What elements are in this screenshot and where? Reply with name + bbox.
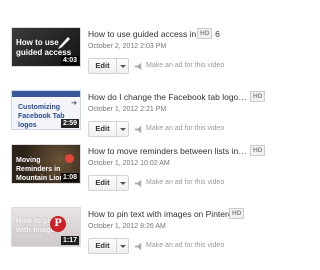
- edit-button[interactable]: Edit: [88, 58, 116, 74]
- pen-icon: [58, 37, 70, 49]
- chevron-down-icon: [120, 182, 126, 185]
- edit-button[interactable]: Edit: [88, 175, 116, 191]
- chevron-down-icon: [120, 65, 126, 68]
- video-thumbnail[interactable]: Moving Reminders in Mountain Lion 1:08: [11, 144, 81, 184]
- facebook-banner: [12, 91, 80, 97]
- pinterest-icon: [50, 216, 66, 232]
- hd-badge: HD: [197, 28, 213, 39]
- edit-button[interactable]: Edit: [88, 121, 116, 137]
- megaphone-icon: [134, 179, 142, 188]
- edit-dropdown-button[interactable]: [116, 58, 129, 74]
- hd-badge: HD: [229, 208, 245, 219]
- video-title[interactable]: How to pin text with images on Pinterest: [88, 209, 239, 219]
- video-date: October 1, 2012 2:21 PM: [88, 106, 167, 113]
- chevron-down-icon: [120, 128, 126, 131]
- megaphone-icon: [134, 62, 142, 71]
- video-thumbnail[interactable]: ➜ Customizing Facebook Tab logos 2:59: [11, 90, 81, 130]
- video-duration: 2:59: [60, 119, 79, 128]
- hd-badge: HD: [250, 145, 266, 156]
- make-ad-link[interactable]: Make an ad for this video: [146, 125, 224, 132]
- video-duration: 4:03: [60, 56, 79, 65]
- video-row: How to use guided access 4:03 How to use…: [0, 21, 270, 85]
- edit-dropdown-button[interactable]: [116, 175, 129, 191]
- video-thumbnail[interactable]: How to pin text with images 1:17: [11, 207, 81, 247]
- edit-dropdown-button[interactable]: [116, 121, 129, 137]
- video-duration: 1:08: [60, 173, 79, 182]
- chevron-down-icon: [120, 245, 126, 248]
- edit-dropdown-button[interactable]: [116, 238, 129, 254]
- video-thumbnail[interactable]: How to use guided access 4:03: [11, 27, 81, 67]
- make-ad-link[interactable]: Make an ad for this video: [146, 179, 224, 186]
- video-date: October 2, 2012 2:03 PM: [88, 43, 167, 50]
- video-row: Moving Reminders in Mountain Lion 1:08 H…: [0, 138, 270, 202]
- make-ad-link[interactable]: Make an ad for this video: [146, 62, 224, 69]
- make-ad-link[interactable]: Make an ad for this video: [146, 242, 224, 249]
- video-date: October 1, 2012 10:02 AM: [88, 160, 170, 167]
- thumbnail-caption: How to pin text with images: [16, 216, 70, 234]
- megaphone-icon: [134, 242, 142, 251]
- video-duration: 1:17: [60, 236, 79, 245]
- hd-badge: HD: [250, 91, 266, 102]
- edit-button[interactable]: Edit: [88, 238, 116, 254]
- video-title[interactable]: How do I change the Facebook tab logos f…: [88, 92, 248, 102]
- video-title[interactable]: How to move reminders between lists in M…: [88, 146, 248, 156]
- megaphone-icon: [134, 125, 142, 134]
- video-row: How to pin text with images 1:17 How to …: [0, 201, 270, 265]
- video-date: October 1, 2012 8:26 AM: [88, 223, 166, 230]
